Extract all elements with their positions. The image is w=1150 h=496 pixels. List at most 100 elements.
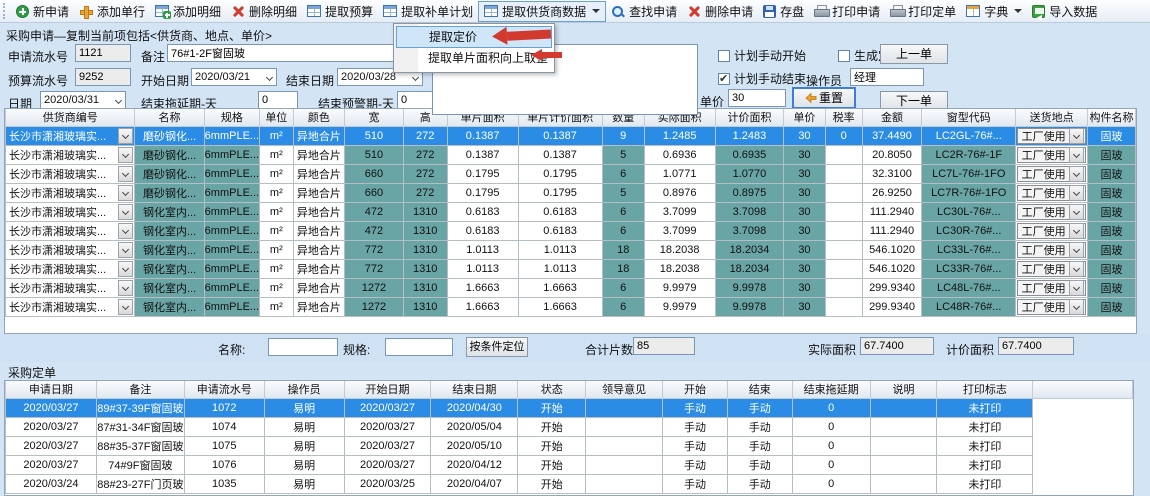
filter-spec-input[interactable] <box>385 338 453 356</box>
date-select[interactable]: 2020/03/31 <box>40 91 126 109</box>
table-row[interactable]: 长沙市潇湘玻璃实...钢化室内...6mmPLE...m²异地合片7721310… <box>6 240 1136 259</box>
toolbar-button-print-order[interactable]: 打印定单 <box>885 1 961 22</box>
supplier-combobox[interactable]: 长沙市潇湘玻璃实... <box>6 183 135 202</box>
table-row[interactable]: 长沙市潇湘玻璃实...钢化室内...6mmPLE...m²异地合片1272131… <box>6 297 1136 316</box>
table-row[interactable]: 长沙市潇湘玻璃实...磨砂钢化...6mmPLE...m²异地合片5102720… <box>6 126 1136 145</box>
plan-manual-start-checkbox[interactable]: 计划手动开始 <box>718 47 806 64</box>
filter-name-input[interactable] <box>268 338 338 356</box>
reset-button[interactable]: 重置 <box>792 87 856 109</box>
combo-dropdown-button[interactable] <box>118 242 133 258</box>
toolbar-button-save[interactable]: 存盘 <box>758 1 809 22</box>
previous-order-button[interactable]: 上一单 <box>880 44 948 64</box>
supplier-combobox[interactable]: 长沙市潇湘玻璃实... <box>6 145 135 164</box>
end-delay-input[interactable] <box>258 91 298 109</box>
toolbar-button-import-data[interactable]: 导入数据 <box>1027 1 1102 22</box>
toolbar-button-search[interactable]: 查找申请 <box>606 1 682 22</box>
combo-dropdown-button[interactable] <box>1069 166 1084 182</box>
column-header[interactable]: 状态 <box>518 381 586 398</box>
delivery-combobox[interactable]: 工厂使用 <box>1016 145 1088 164</box>
supplier-combobox[interactable]: 长沙市潇湘玻璃实... <box>6 259 135 278</box>
table-row[interactable]: 长沙市潇湘玻璃实...钢化室内...6mmPLE...m²异地合片4721310… <box>6 202 1136 221</box>
column-header[interactable]: 税率 <box>825 109 862 126</box>
toolbar-button-delete-detail[interactable]: 删除明细 <box>226 1 302 22</box>
combo-dropdown-button[interactable] <box>1069 299 1084 315</box>
budget-serial-input[interactable] <box>75 68 131 86</box>
column-header[interactable]: 开始 <box>663 381 728 398</box>
toolbar-button-new-request[interactable]: 新申请 <box>11 1 74 22</box>
combo-dropdown-button[interactable] <box>118 128 133 144</box>
plan-manual-end-checkbox[interactable]: 计划手动结束 <box>718 70 806 87</box>
toolbar-button-extract-supplier-data[interactable]: 提取供货商数据 <box>478 1 606 22</box>
supplier-combobox[interactable]: 长沙市潇湘玻璃实... <box>6 278 135 297</box>
column-header[interactable]: 结束 <box>727 381 792 398</box>
combo-dropdown-button[interactable] <box>1069 128 1084 144</box>
column-header[interactable]: 说明 <box>870 381 937 398</box>
combo-dropdown-button[interactable] <box>1069 204 1084 220</box>
toolbar-button-add-detail[interactable]: 添加明细 <box>150 1 226 22</box>
supplier-combobox[interactable]: 长沙市潇湘玻璃实... <box>6 221 135 240</box>
combo-dropdown-button[interactable] <box>118 147 133 163</box>
table-row[interactable]: 长沙市潇湘玻璃实...钢化室内...6mmPLE...m²异地合片1272131… <box>6 278 1136 297</box>
column-header[interactable]: 结束日期 <box>431 381 518 398</box>
column-header[interactable]: 窗型代码 <box>922 109 1016 126</box>
supplier-combobox[interactable]: 长沙市潇湘玻璃实... <box>6 240 135 259</box>
toolbar-button-extract-plan[interactable]: 提取补单计划 <box>378 1 478 22</box>
column-header[interactable]: 计价面积 <box>715 109 784 126</box>
serial-input[interactable] <box>75 44 131 62</box>
table-row[interactable]: 2020/03/2488#23-27F门页玻1035易明2020/03/2520… <box>6 474 1133 493</box>
end-warn-input[interactable] <box>397 91 437 109</box>
column-header[interactable]: 送货地点 <box>1016 109 1088 126</box>
toolbar-button-dictionary[interactable]: 字典 <box>961 1 1027 22</box>
combo-dropdown-button[interactable] <box>118 280 133 296</box>
table-row[interactable]: 长沙市潇湘玻璃实...磨砂钢化...6mmPLE...m²异地合片6602720… <box>6 164 1136 183</box>
combo-dropdown-button[interactable] <box>118 261 133 277</box>
toolbar-button-extract-budget[interactable]: 提取预算 <box>302 1 378 22</box>
column-header[interactable]: 领导意见 <box>586 381 663 398</box>
supplier-combobox[interactable]: 长沙市潇湘玻璃实... <box>6 126 135 145</box>
start-date-select[interactable]: 2020/03/21 <box>191 68 277 86</box>
combo-dropdown-button[interactable] <box>118 299 133 315</box>
supplier-combobox[interactable]: 长沙市潇湘玻璃实... <box>6 202 135 221</box>
column-header[interactable]: 申请日期 <box>6 381 97 398</box>
unit-price-input[interactable] <box>728 89 786 107</box>
column-header[interactable]: 申请流水号 <box>184 381 264 398</box>
delivery-combobox[interactable]: 工厂使用 <box>1016 259 1088 278</box>
table-row[interactable]: 长沙市潇湘玻璃实...磨砂钢化...6mmPLE...m²异地合片5102720… <box>6 145 1136 164</box>
column-header[interactable]: 宽 <box>345 109 403 126</box>
supplier-combobox[interactable]: 长沙市潇湘玻璃实... <box>6 297 135 316</box>
delivery-combobox[interactable]: 工厂使用 <box>1016 240 1088 259</box>
toolbar-button-delete-request[interactable]: 删除申请 <box>682 1 758 22</box>
table-row[interactable]: 2020/03/2774#9F窗固玻1076易明2020/03/272020/0… <box>6 455 1133 474</box>
combo-dropdown-button[interactable] <box>118 185 133 201</box>
column-header[interactable]: 名称 <box>135 109 204 126</box>
table-row[interactable]: 2020/03/2787#31-34F窗固玻1074易明2020/03/2720… <box>6 417 1133 436</box>
table-row[interactable]: 长沙市潇湘玻璃实...钢化室内...6mmPLE...m²异地合片7721310… <box>6 259 1136 278</box>
column-header[interactable]: 操作员 <box>264 381 344 398</box>
column-header[interactable]: 开始日期 <box>344 381 431 398</box>
combo-dropdown-button[interactable] <box>118 204 133 220</box>
combo-dropdown-button[interactable] <box>118 223 133 239</box>
table-row[interactable]: 长沙市潇湘玻璃实...钢化室内...6mmPLE...m²异地合片4721310… <box>6 221 1136 240</box>
toolbar-button-add-row[interactable]: 添加单行 <box>74 1 150 22</box>
column-header[interactable]: 规格 <box>204 109 259 126</box>
column-header[interactable]: 构件名称 <box>1088 109 1136 126</box>
column-header[interactable]: 单价 <box>784 109 825 126</box>
supplier-combobox[interactable]: 长沙市潇湘玻璃实... <box>6 164 135 183</box>
column-header[interactable]: 结束拖延期 <box>792 381 870 398</box>
delivery-combobox[interactable]: 工厂使用 <box>1016 221 1088 240</box>
delivery-combobox[interactable]: 工厂使用 <box>1016 278 1088 297</box>
menu-item-extract-piece-area-roundup[interactable]: 提取单片面积向上取整 <box>396 48 552 70</box>
combo-dropdown-button[interactable] <box>1069 223 1084 239</box>
toolbar-button-print-request[interactable]: 打印申请 <box>809 1 885 22</box>
table-row[interactable]: 2020/03/2789#37-39F窗固玻1072易明2020/03/2720… <box>6 398 1133 417</box>
column-header[interactable]: 供货商编号 <box>6 109 135 126</box>
table-row[interactable]: 2020/03/2788#35-37F窗固玻1075易明2020/03/2720… <box>6 436 1133 455</box>
column-header[interactable]: 颜色 <box>293 109 345 126</box>
column-header[interactable]: 备注 <box>96 381 184 398</box>
delivery-combobox[interactable]: 工厂使用 <box>1016 202 1088 221</box>
column-header[interactable]: 金额 <box>862 109 921 126</box>
combo-dropdown-button[interactable] <box>118 166 133 182</box>
combo-dropdown-button[interactable] <box>1069 147 1084 163</box>
delivery-combobox[interactable]: 工厂使用 <box>1016 297 1088 316</box>
combo-dropdown-button[interactable] <box>1069 185 1084 201</box>
